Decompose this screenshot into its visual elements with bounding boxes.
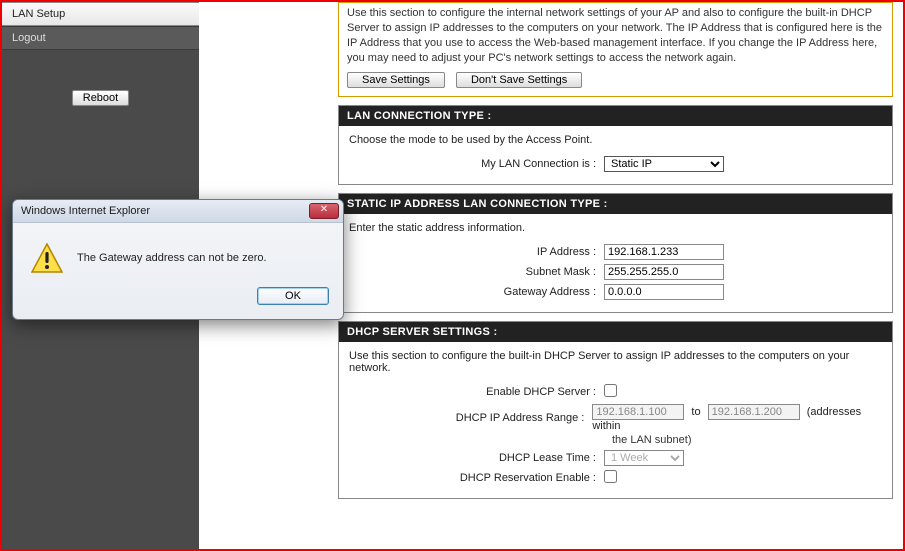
sidebar-item-label: Logout [12,32,46,44]
gateway-address-input[interactable] [604,284,724,300]
section-desc: Choose the mode to be used by the Access… [349,134,882,146]
dialog-close-button[interactable]: ✕ [309,203,339,219]
sidebar-item-label: LAN Setup [12,8,65,20]
range-to-text: to [691,406,700,418]
dialog-title: Windows Internet Explorer [21,205,150,217]
lan-connection-select[interactable]: Static IP [604,156,724,172]
dialog-message: The Gateway address can not be zero. [77,252,267,264]
sidebar-item-logout[interactable]: Logout [2,26,199,50]
warning-icon [31,243,63,273]
alert-dialog: Windows Internet Explorer ✕ The Gateway … [12,199,344,320]
section-header: LAN CONNECTION TYPE : [339,106,892,126]
dialog-titlebar: Windows Internet Explorer ✕ [13,200,343,223]
dhcp-lease-label: DHCP Lease Time : [349,452,604,464]
intro-text: Use this section to configure the intern… [347,6,884,65]
enable-dhcp-label: Enable DHCP Server : [349,386,604,398]
close-icon: ✕ [320,204,328,215]
section-desc: Use this section to configure the built-… [349,350,882,374]
gateway-address-label: Gateway Address : [349,286,604,298]
range-suffix2-text: the LAN subnet) [349,434,882,446]
dhcp-reservation-label: DHCP Reservation Enable : [349,472,604,484]
subnet-mask-input[interactable] [604,264,724,280]
save-settings-button[interactable]: Save Settings [347,72,445,88]
dhcp-range-start-input[interactable] [592,404,684,420]
dont-save-settings-button[interactable]: Don't Save Settings [456,72,582,88]
dhcp-range-label: DHCP IP Address Range : [349,412,592,424]
dhcp-lease-select[interactable]: 1 Week [604,450,684,466]
main-content: Use this section to configure the intern… [338,2,903,549]
intro-box: Use this section to configure the intern… [338,2,893,97]
section-lan-connection-type: LAN CONNECTION TYPE : Choose the mode to… [338,105,893,185]
dhcp-reservation-checkbox[interactable] [604,470,617,483]
section-header: STATIC IP ADDRESS LAN CONNECTION TYPE : [339,194,892,214]
sidebar-item-lan-setup[interactable]: LAN Setup [2,2,199,26]
dialog-ok-button[interactable]: OK [257,287,329,305]
enable-dhcp-checkbox[interactable] [604,384,617,397]
ip-address-input[interactable] [604,244,724,260]
section-static-ip: STATIC IP ADDRESS LAN CONNECTION TYPE : … [338,193,893,313]
section-header: DHCP SERVER SETTINGS : [339,322,892,342]
reboot-button[interactable]: Reboot [72,90,129,106]
section-desc: Enter the static address information. [349,222,882,234]
dhcp-range-end-input[interactable] [708,404,800,420]
section-dhcp-settings: DHCP SERVER SETTINGS : Use this section … [338,321,893,499]
subnet-mask-label: Subnet Mask : [349,266,604,278]
ip-address-label: IP Address : [349,246,604,258]
lan-connection-label: My LAN Connection is : [349,158,604,170]
